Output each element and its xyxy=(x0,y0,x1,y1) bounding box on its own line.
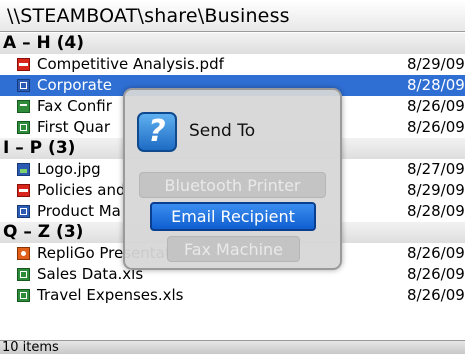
dialog-title: Send To xyxy=(189,121,256,141)
file-name: Product Ma xyxy=(37,202,121,220)
file-date: 8/28/09 xyxy=(407,76,465,94)
email-recipient-button[interactable]: Email Recipient xyxy=(150,202,316,231)
bluetooth-printer-button[interactable]: Bluetooth Printer xyxy=(139,172,326,198)
file-date: 8/26/09 xyxy=(407,118,465,136)
file-name: Travel Expenses.xls xyxy=(37,286,184,304)
group-label: Q – Z xyxy=(3,222,51,242)
file-name: Corporate xyxy=(37,76,112,94)
image-icon xyxy=(17,163,30,176)
item-count: 10 items xyxy=(2,340,59,355)
send-to-dialog: ? Send To Bluetooth Printer Email Recipi… xyxy=(123,88,342,270)
file-name: Competitive Analysis.pdf xyxy=(37,55,224,73)
file-row[interactable]: Travel Expenses.xls 8/26/09 xyxy=(0,285,465,306)
group-count: (3) xyxy=(56,222,84,242)
group-count: (3) xyxy=(48,138,76,158)
group-label: A – H xyxy=(3,33,51,53)
file-date: 8/28/09 xyxy=(407,202,465,220)
pdf-icon xyxy=(17,58,30,71)
file-name: First Quar xyxy=(37,118,111,136)
doc-icon xyxy=(17,205,30,218)
fax-icon xyxy=(17,100,30,113)
file-row[interactable]: Competitive Analysis.pdf 8/29/09 xyxy=(0,54,465,75)
file-date: 8/26/09 xyxy=(407,286,465,304)
fax-machine-button[interactable]: Fax Machine xyxy=(167,236,300,262)
pdf-icon xyxy=(17,184,30,197)
doc-icon xyxy=(17,79,30,92)
file-name: Policies and xyxy=(37,181,126,199)
group-label: I – P xyxy=(3,138,43,158)
file-name: Logo.jpg xyxy=(37,160,101,178)
file-date: 8/26/09 xyxy=(407,244,465,262)
path-bar: \\STEAMBOAT\share\Business xyxy=(0,0,465,32)
status-bar: 10 items xyxy=(0,340,465,355)
file-date: 8/29/09 xyxy=(407,181,465,199)
file-date: 8/26/09 xyxy=(407,265,465,283)
xls-icon xyxy=(17,268,30,281)
xls-icon xyxy=(17,289,30,302)
file-name: Fax Confir xyxy=(37,97,112,115)
path-text: \\STEAMBOAT\share\Business xyxy=(7,5,290,27)
file-date: 8/29/09 xyxy=(407,55,465,73)
ppt-icon xyxy=(17,247,30,260)
send-to-app-icon: ? xyxy=(137,112,177,152)
file-date: 8/26/09 xyxy=(407,97,465,115)
xls-icon xyxy=(17,121,30,134)
group-count: (4) xyxy=(56,33,85,53)
file-date: 8/27/09 xyxy=(407,160,465,178)
group-header-a-h[interactable]: A – H (4) xyxy=(0,33,465,54)
